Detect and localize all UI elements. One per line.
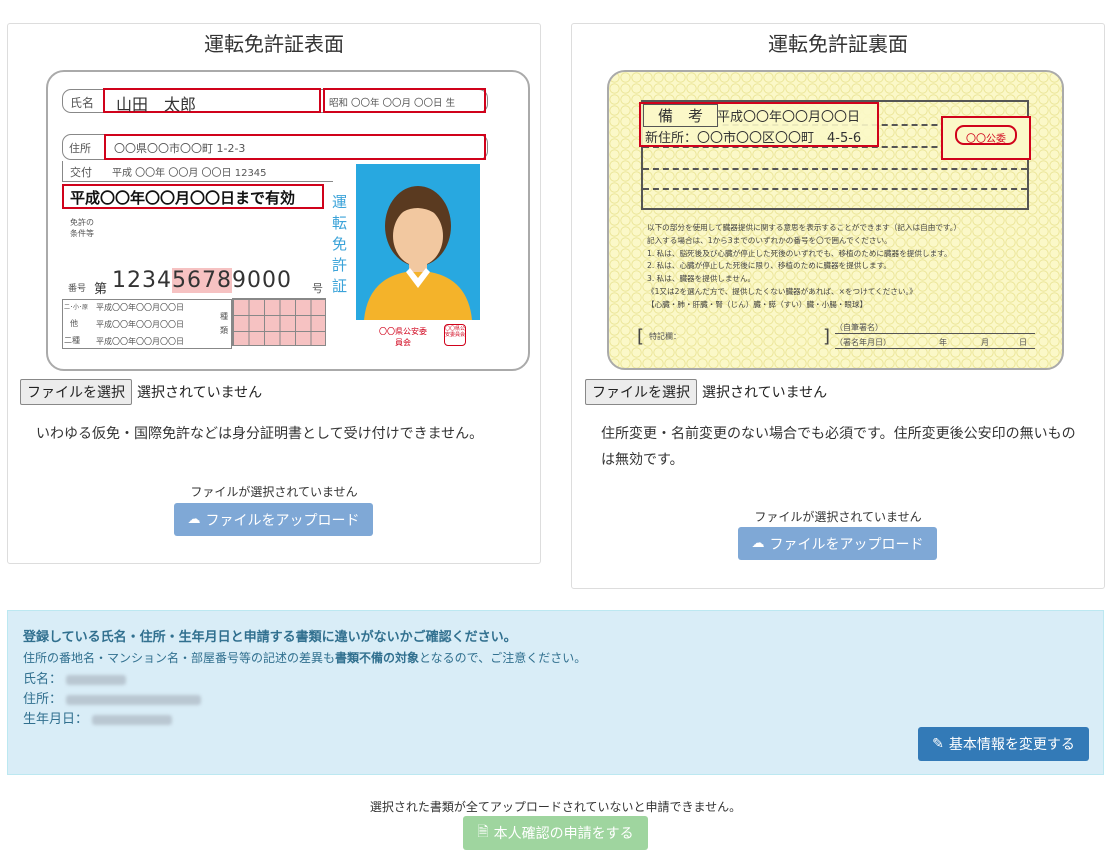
signature-date-label: （署名年月日）	[835, 338, 891, 347]
type-label: 種類	[220, 312, 228, 335]
info-caution-prefix: 住所の番地名・マンション名・部屋番号等の記述の差異も	[23, 651, 336, 665]
submit-verification-label: 本人確認の申請をする	[493, 826, 634, 842]
info-address-label: 住所：	[23, 692, 63, 707]
number-suffix: 号	[312, 282, 323, 295]
cloud-upload-icon: ☁	[187, 512, 201, 527]
registered-info-box: 登録している氏名・住所・生年月日と申請する書類に違いがないかご確認ください。 住…	[7, 610, 1104, 775]
history-date-1: 平成〇〇年〇〇月〇〇日	[96, 303, 184, 312]
address-label: 住所	[69, 142, 91, 155]
history-date-2: 平成〇〇年〇〇月〇〇日	[96, 320, 184, 329]
submit-warning-note: 選択された書類が全てアップロードされていないと申請できません。	[369, 800, 742, 814]
issuer-seal: 〇〇県公安委員会	[444, 324, 466, 346]
front-upload-button[interactable]: ☁ ファイルをアップロード	[174, 503, 373, 536]
back-file-status: 選択されていません	[702, 385, 828, 401]
issuer-label: 〇〇県公安委員会	[379, 327, 427, 347]
new-address-value: 新住所：〇〇市〇〇区〇〇町 4-5-6	[645, 131, 862, 146]
number-part1: 1234	[112, 268, 172, 293]
license-back-panel: 運転免許証裏面 備 考 平成〇〇年〇〇月〇〇日 新住所：〇〇市〇〇区〇〇町 4-…	[571, 23, 1105, 589]
blurred-name	[66, 674, 127, 685]
remarks-dash-4	[643, 188, 1027, 190]
license-front-image: 氏名 山田 太郎 昭和 〇〇年 〇〇月 〇〇日 生 住所 〇〇県〇〇市〇〇町 1…	[46, 70, 530, 371]
number-prefix: 第	[94, 282, 108, 297]
vertical-card-label: 運転免許証	[332, 193, 348, 295]
history-label-2: 他	[70, 319, 78, 328]
back-panel-title: 運転免許証裏面	[768, 32, 908, 56]
back-note: 住所変更・名前変更のない場合でも必須です。住所変更後公安印の無いものは無効です。	[601, 426, 1076, 468]
conditions-label: 免許の条件等	[70, 218, 94, 238]
front-note: いわゆる仮免・国際免許などは身分証明書として受け付けできません。	[36, 426, 484, 442]
edit-basic-info-button[interactable]: ✎ 基本情報を変更する	[918, 727, 1089, 761]
info-caution-bold: 書類不備の対象	[335, 651, 420, 665]
history-label-1: 二･小･原	[64, 304, 89, 311]
signature-label: （自筆署名）	[835, 323, 883, 332]
name-label: 氏名	[70, 96, 95, 110]
info-heading: 登録している氏名・住所・生年月日と申請する書類に違いがないかご確認ください。	[23, 630, 517, 645]
special-bracket-close: ]	[823, 326, 831, 347]
back-file-select-button[interactable]: ファイルを選択	[585, 379, 697, 405]
front-file-select-button[interactable]: ファイルを選択	[20, 379, 132, 405]
license-front-panel: 運転免許証表面 氏名 山田 太郎 昭和 〇〇年 〇〇月 〇〇日 生 住所 〇〇県…	[7, 23, 541, 564]
portrait-illustration	[364, 186, 472, 320]
info-name-label: 氏名：	[23, 672, 63, 687]
front-file-status: 選択されていません	[137, 385, 263, 401]
remarks-label: 備 考	[643, 104, 719, 127]
signature-year: 年	[939, 338, 947, 347]
info-caution: 住所の番地名・マンション名・部屋番号等の記述の差異も書類不備の対象となるので、ご…	[23, 649, 586, 666]
pencil-icon: ✎	[932, 736, 944, 752]
organ-line: 記入する場合は、1から3までのいずれかの番号を〇で囲んでください。	[647, 235, 892, 245]
front-no-file-text: ファイルが選択されていません	[190, 485, 358, 499]
issuer-seal-text: 〇〇県公安委員会	[445, 326, 466, 338]
blurred-birthdate	[92, 714, 173, 725]
license-back-image: 備 考 平成〇〇年〇〇月〇〇日 新住所：〇〇市〇〇区〇〇町 4-5-6 〇〇公委…	[607, 70, 1064, 370]
back-upload-button[interactable]: ☁ ファイルをアップロード	[738, 527, 937, 560]
history-date-3: 平成〇〇年〇〇月〇〇日	[96, 337, 184, 346]
license-number: 123456789000	[112, 268, 292, 293]
organ-line: 3. 私は、臓器を提供しません。	[647, 274, 756, 284]
blurred-address	[66, 694, 202, 705]
signature-line	[835, 333, 1035, 334]
expiry-value: 平成〇〇年〇〇月〇〇日まで有効	[70, 189, 296, 207]
organ-donation-text: 以下の部分を使用して臓器提供に関する意思を表示することができます（記入は自由です…	[647, 222, 1059, 312]
signature-day: 日	[1019, 338, 1027, 347]
police-seal: 〇〇公委	[955, 125, 1017, 145]
edit-basic-info-label: 基本情報を変更する	[948, 737, 1075, 753]
organ-line: 以下の部分を使用して臓器提供に関する意思を表示することができます（記入は自由です…	[647, 223, 962, 232]
back-upload-label: ファイルをアップロード	[769, 536, 924, 553]
signature-date-line	[835, 348, 1035, 349]
number-label: 番号	[68, 284, 87, 294]
history-label-3: 二種	[64, 336, 80, 345]
signature-month: 月	[981, 338, 989, 347]
number-part2: 9000	[232, 268, 292, 293]
portrait-photo	[356, 164, 480, 320]
issue-value: 平成 〇〇年 〇〇月 〇〇日 12345	[112, 168, 267, 179]
police-seal-text: 〇〇公委	[966, 134, 1006, 145]
organ-line: 1. 私は、脳死後及び心臓が停止した死後のいずれでも、移植のために臓器を提供しま…	[647, 248, 952, 258]
front-upload-label: ファイルをアップロード	[205, 512, 360, 529]
organ-line: 《1又は2を選んだ方で、提供したくない臓器があれば、×をつけてください。》	[647, 286, 917, 296]
info-name-row: 氏名：	[23, 668, 127, 687]
organ-line: 2. 私は、心臓が停止した死後に限り、移植のために臓器を提供します。	[647, 261, 891, 271]
issue-label: 交付	[70, 166, 92, 179]
organ-line: 【心臓・肺・肝臓・腎（じん）臓・膵（すい）臓・小腸・眼球】	[647, 299, 868, 309]
remarks-date: 平成〇〇年〇〇月〇〇日	[717, 110, 861, 125]
front-file-row: ファイルを選択 選択されていません	[20, 379, 262, 405]
info-birth-label: 生年月日：	[23, 712, 89, 727]
back-no-file-text: ファイルが選択されていません	[754, 510, 922, 524]
type-grid	[232, 298, 326, 346]
number-part-highlight: 5678	[172, 268, 232, 293]
address-value: 〇〇県〇〇市〇〇町 1-2-3	[114, 142, 246, 155]
special-label: 特記欄：	[649, 332, 681, 341]
cloud-upload-icon: ☁	[751, 536, 765, 551]
info-birth-row: 生年月日：	[23, 708, 173, 727]
special-bracket-open: [	[637, 326, 645, 347]
name-value: 山田 太郎	[116, 95, 197, 114]
info-address-row: 住所：	[23, 688, 202, 707]
front-panel-title: 運転免許証表面	[204, 32, 344, 56]
document-icon: 🗎	[477, 824, 489, 840]
back-file-row: ファイルを選択 選択されていません	[585, 379, 827, 405]
birth-value: 昭和 〇〇年 〇〇月 〇〇日 生	[329, 98, 456, 109]
info-caution-suffix: となるので、ご注意ください。	[419, 651, 587, 665]
submit-verification-button[interactable]: 🗎 本人確認の申請をする	[463, 816, 648, 850]
remarks-dash-3	[643, 168, 1027, 170]
